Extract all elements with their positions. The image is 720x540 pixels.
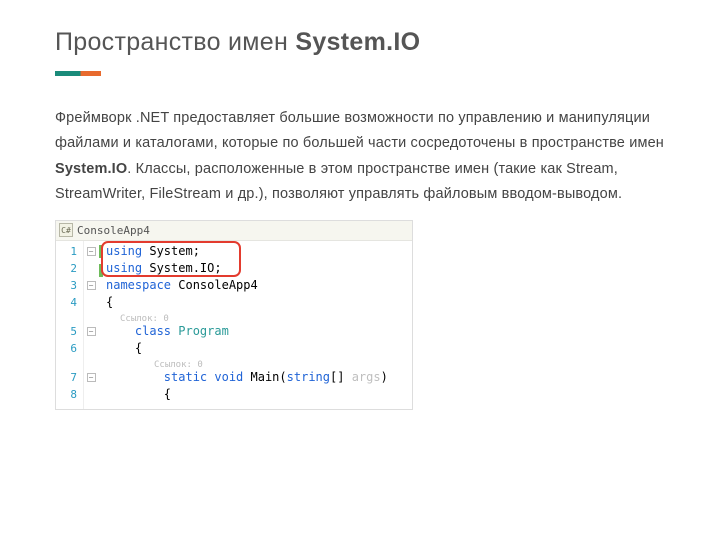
body-paragraph: Фреймворк .NET предоставляет большие воз… xyxy=(55,106,670,208)
change-marker xyxy=(99,264,103,277)
line-number-gutter: 1 2 3 4 5 6 7 8 xyxy=(56,241,84,409)
change-marker xyxy=(99,245,103,258)
codelens-refs[interactable]: Ссылок: 0 xyxy=(106,311,412,323)
fold-minus-icon[interactable]: − xyxy=(87,281,96,290)
fold-minus-icon[interactable]: − xyxy=(87,373,96,382)
code-editor: C# ConsoleApp4 1 2 3 4 5 6 7 8 − − − − xyxy=(55,220,413,410)
fold-minus-icon[interactable]: − xyxy=(87,327,96,336)
tab-bar: C# ConsoleApp4 xyxy=(56,221,412,241)
title-bold: System.IO xyxy=(295,28,420,56)
code-body: 1 2 3 4 5 6 7 8 − − − − xyxy=(56,241,412,409)
csharp-icon: C# xyxy=(59,223,73,237)
title-prefix: Пространство имен xyxy=(55,28,295,56)
tab-label: ConsoleApp4 xyxy=(77,224,150,237)
source-code[interactable]: using System; using System.IO; namespace… xyxy=(104,241,412,409)
accent-bar xyxy=(55,71,101,76)
codelens-refs[interactable]: Ссылок: 0 xyxy=(106,357,412,369)
fold-minus-icon[interactable]: − xyxy=(87,247,96,256)
fold-gutter: − − − − xyxy=(84,241,98,409)
page-title: Пространство имен System.IO xyxy=(55,28,670,57)
